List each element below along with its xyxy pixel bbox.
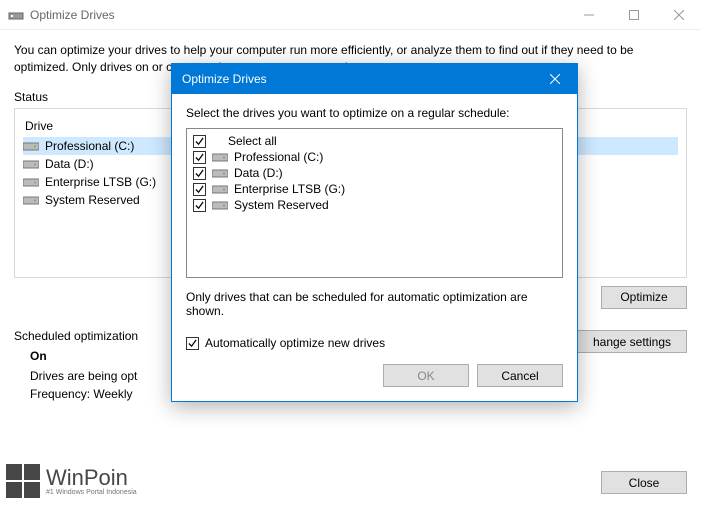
drive-name: Professional (C:) bbox=[234, 150, 323, 164]
dialog-note: Only drives that can be scheduled for au… bbox=[186, 290, 563, 318]
schedule-dialog: Optimize Drives Select the drives you wa… bbox=[171, 63, 578, 402]
checkbox-icon[interactable] bbox=[193, 151, 206, 164]
main-close-button[interactable]: Close bbox=[601, 471, 687, 494]
drive-name: Data (D:) bbox=[45, 157, 94, 171]
disk-icon bbox=[212, 151, 228, 163]
disk-icon bbox=[212, 199, 228, 211]
drive-optimize-icon bbox=[8, 7, 24, 23]
disk-icon bbox=[23, 194, 39, 206]
optimize-button[interactable]: Optimize bbox=[601, 286, 687, 309]
checkbox-icon[interactable] bbox=[193, 167, 206, 180]
ok-button[interactable]: OK bbox=[383, 364, 469, 387]
drive-name: Enterprise LTSB (G:) bbox=[45, 175, 156, 189]
select-all-row[interactable]: Select all bbox=[193, 133, 556, 149]
watermark-name: WinPoin bbox=[46, 467, 137, 489]
maximize-button[interactable] bbox=[611, 0, 656, 30]
checkbox-icon[interactable] bbox=[193, 199, 206, 212]
main-window-title: Optimize Drives bbox=[30, 8, 566, 22]
drive-name: System Reserved bbox=[45, 193, 140, 207]
cancel-button[interactable]: Cancel bbox=[477, 364, 563, 387]
main-titlebar: Optimize Drives bbox=[0, 0, 701, 30]
disk-icon bbox=[212, 167, 228, 179]
watermark: WinPoin #1 Windows Portal Indonesia bbox=[6, 464, 137, 498]
select-all-label: Select all bbox=[228, 134, 277, 148]
close-button[interactable] bbox=[656, 0, 701, 30]
minimize-button[interactable] bbox=[566, 0, 611, 30]
drive-checkbox-row[interactable]: Professional (C:) bbox=[193, 149, 556, 165]
disk-icon bbox=[23, 158, 39, 170]
change-settings-button[interactable]: hange settings bbox=[577, 330, 687, 353]
watermark-logo-icon bbox=[6, 464, 40, 498]
disk-icon bbox=[23, 176, 39, 188]
drive-name: Professional (C:) bbox=[45, 139, 134, 153]
drive-checkbox-row[interactable]: System Reserved bbox=[193, 197, 556, 213]
dialog-drive-list: Select all Professional (C:) Data (D:) E… bbox=[186, 128, 563, 278]
drive-checkbox-row[interactable]: Data (D:) bbox=[193, 165, 556, 181]
dialog-titlebar: Optimize Drives bbox=[172, 64, 577, 94]
watermark-tag: #1 Windows Portal Indonesia bbox=[46, 489, 137, 496]
checkbox-icon[interactable] bbox=[193, 135, 206, 148]
dialog-close-button[interactable] bbox=[532, 64, 577, 94]
auto-optimize-row[interactable]: Automatically optimize new drives bbox=[186, 336, 563, 350]
dialog-title: Optimize Drives bbox=[182, 72, 532, 86]
drive-checkbox-row[interactable]: Enterprise LTSB (G:) bbox=[193, 181, 556, 197]
checkbox-icon[interactable] bbox=[193, 183, 206, 196]
auto-optimize-label: Automatically optimize new drives bbox=[205, 336, 385, 350]
drive-name: System Reserved bbox=[234, 198, 329, 212]
drive-name: Data (D:) bbox=[234, 166, 283, 180]
disk-icon bbox=[23, 140, 39, 152]
disk-icon bbox=[212, 183, 228, 195]
drive-name: Enterprise LTSB (G:) bbox=[234, 182, 345, 196]
checkbox-icon[interactable] bbox=[186, 337, 199, 350]
dialog-description: Select the drives you want to optimize o… bbox=[186, 106, 563, 120]
